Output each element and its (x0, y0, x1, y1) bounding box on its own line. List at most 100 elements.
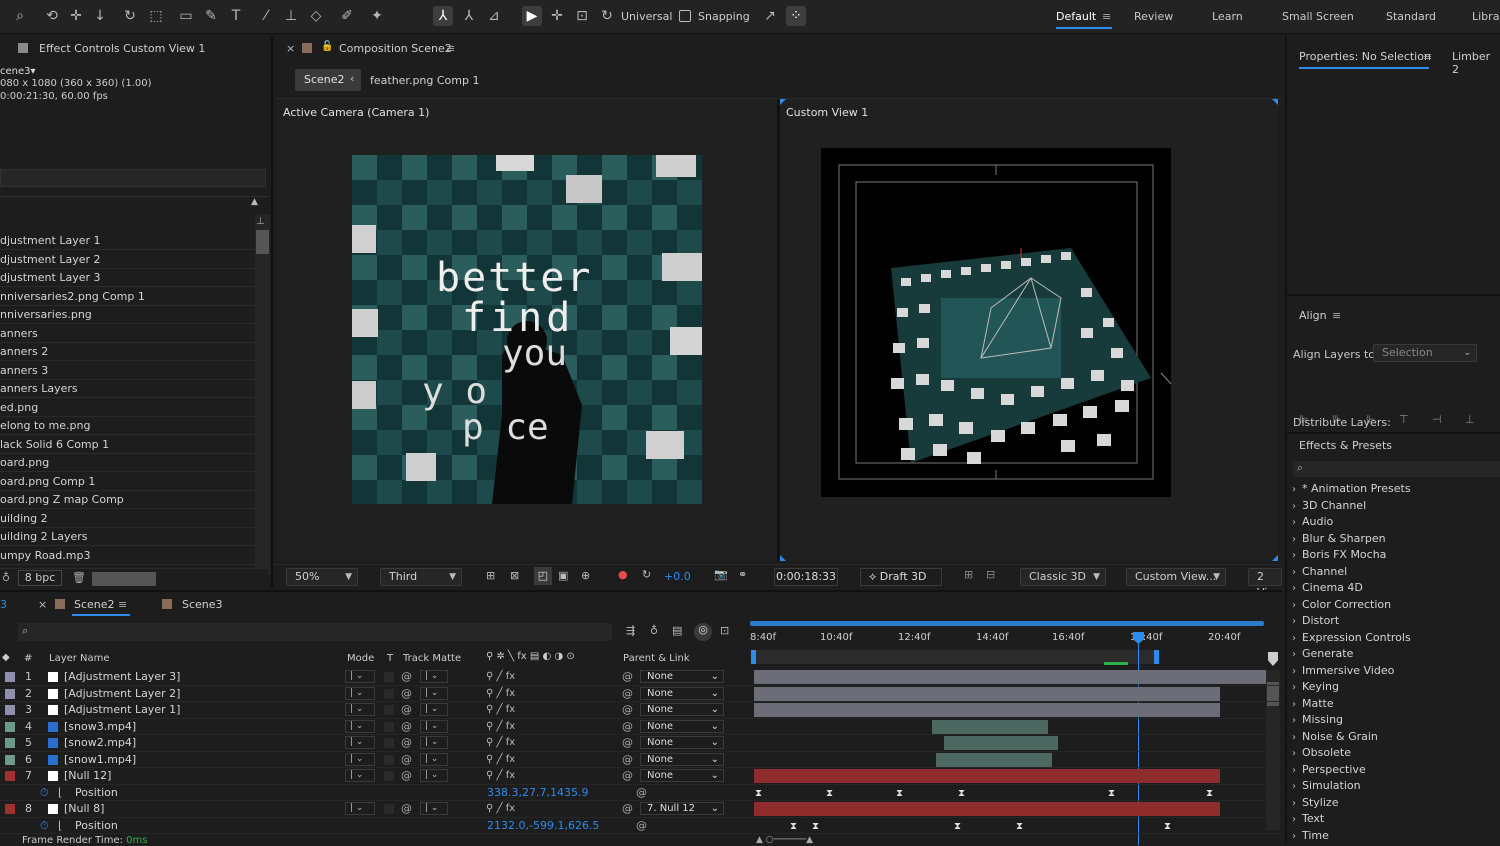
expression-pickwhip-icon[interactable]: @ (636, 818, 647, 834)
effect-category[interactable]: › Matte (1292, 697, 1334, 710)
property-value[interactable]: 338.3,27.7,1435.9 (487, 785, 588, 801)
preserve-transparency-checkbox[interactable] (384, 705, 394, 715)
track-matte-dropdown[interactable]: | ⌄ (420, 752, 448, 766)
workspace-default[interactable]: Default (1056, 10, 1096, 23)
fast-preview-icon[interactable]: ⊞ (486, 569, 495, 582)
motion-blur-icon[interactable]: ◎ (694, 623, 712, 641)
effect-category[interactable]: › Obsolete (1292, 746, 1351, 759)
view-dropdown[interactable]: Custom View... ▼ (1126, 568, 1226, 586)
zoom-slider[interactable]: ▲ ○──────▲ (756, 835, 846, 845)
effect-category[interactable]: › Perspective (1292, 763, 1366, 776)
interpret-icon[interactable]: ♁ (2, 571, 10, 584)
layer-switches[interactable]: ⚲ ╱ fx (486, 801, 515, 817)
parent-pickwhip-icon[interactable]: @ (622, 752, 633, 768)
effect-category[interactable]: › Stylize (1292, 796, 1338, 809)
layer-duration-bar[interactable] (932, 719, 1048, 734)
mask-visibility-icon[interactable]: ◰ (534, 567, 552, 585)
rotate-gizmo-icon[interactable]: ↻ (597, 6, 617, 26)
grid-guides-icon[interactable]: ⊕ (581, 569, 590, 582)
layer-row[interactable]: 3 [Adjustment Layer 1] | ⌄ @ | ⌄ ⚲ ╱ fx @ None ⌄ (0, 702, 1282, 719)
effect-controls-tab[interactable]: Effect Controls Custom View 1 (39, 42, 205, 55)
region-of-interest-icon[interactable]: ▣ (558, 569, 568, 582)
layer-row[interactable]: 2 [Adjustment Layer 2] | ⌄ @ | ⌄ ⚲ ╱ fx @ None ⌄ (0, 686, 1282, 702)
align-vcenter-icon[interactable]: ⊣ (1432, 413, 1446, 427)
preserve-transparency-checkbox[interactable] (384, 688, 394, 699)
snap-grid-icon[interactable]: ⁘ (786, 6, 806, 26)
3d-ground-plane-icon[interactable]: ⊞ (964, 568, 973, 581)
keyframe-icon[interactable]: ⧗ (812, 819, 819, 835)
layer-switches[interactable]: ⚲ ╱ fx (486, 768, 515, 784)
renderer-dropdown[interactable]: Classic 3D ▼ (1020, 568, 1106, 586)
snapping-checkbox[interactable] (679, 10, 691, 22)
expression-pickwhip-icon[interactable]: @ (636, 785, 647, 801)
effect-category[interactable]: › Color Correction (1292, 598, 1391, 611)
timeline-tab-scene2[interactable]: Scene2 (74, 598, 115, 611)
layer-duration-bar[interactable] (754, 686, 1220, 701)
close-icon[interactable]: × (286, 42, 295, 55)
reset-exposure-icon[interactable]: ↻ (642, 568, 651, 581)
effect-category[interactable]: › Cinema 4D (1292, 581, 1363, 594)
parent-dropdown[interactable]: None ⌄ (640, 769, 724, 782)
preserve-transparency-checkbox[interactable] (384, 804, 394, 814)
search-icon[interactable]: ⌕ (10, 6, 30, 26)
layer-duration-bar[interactable] (754, 670, 1266, 684)
project-item[interactable]: uilding 2 (0, 510, 255, 528)
parent-dropdown[interactable]: 7. Null 12 ⌄ (640, 802, 724, 815)
project-item[interactable]: oard.png Comp 1 (0, 473, 255, 491)
project-item[interactable]: lack Solid 6 Comp 1 (0, 436, 255, 454)
flowchart-icon[interactable]: ⊥ (256, 216, 265, 227)
layer-duration-bar[interactable] (944, 736, 1058, 750)
rotate-tool-icon[interactable]: ↻ (120, 6, 140, 26)
project-item[interactable]: ed.png (0, 399, 255, 417)
effect-category[interactable]: › Time (1292, 829, 1329, 842)
effect-category[interactable]: › Blur & Sharpen (1292, 532, 1386, 545)
parent-dropdown[interactable]: None ⌄ (640, 736, 724, 749)
project-scrollbar[interactable]: ⊥ (255, 214, 270, 574)
project-item[interactable]: djustment Layer 3 (0, 269, 255, 287)
layer-switches[interactable]: ⚲ ╱ fx (486, 686, 515, 702)
trash-icon[interactable]: 🗑 (72, 571, 86, 584)
mode-dropdown[interactable]: | ⌄ (345, 752, 375, 766)
custom-view[interactable]: Custom View 1 (780, 99, 1278, 561)
keyframe-icon[interactable]: ⧗ (1164, 819, 1171, 835)
parent-dropdown[interactable]: None ⌄ (640, 670, 724, 683)
current-time[interactable]: 0:00:18:33 (774, 568, 838, 586)
layer-name[interactable]: [Adjustment Layer 2] (64, 686, 180, 702)
puppet-pin-icon[interactable]: ✦ (367, 6, 387, 26)
graph-icon[interactable]: ⌊ (58, 785, 62, 801)
zoom-dropdown[interactable]: 50% ▼ (286, 568, 358, 586)
layer-switches[interactable]: ⚲ ╱ fx (486, 735, 515, 751)
workspace-standard[interactable]: Standard (1386, 10, 1436, 23)
roto-brush-icon[interactable]: ✐ (337, 6, 357, 26)
mode-dropdown[interactable]: | ⌄ (345, 703, 375, 716)
work-area-range[interactable] (751, 650, 1159, 664)
parent-pickwhip-icon[interactable]: @ (622, 735, 633, 751)
project-item[interactable]: djustment Layer 1 (0, 232, 255, 250)
timeline-tab-scene3[interactable]: Scene3 (182, 598, 223, 611)
project-item[interactable]: anners 2 (0, 343, 255, 361)
workspace-menu-icon[interactable]: ≡ (1102, 10, 1111, 23)
channel-icon[interactable]: ● (618, 568, 628, 581)
layer-switches[interactable]: ⚲ ╱ fx (486, 702, 515, 718)
effect-category[interactable]: › Missing (1292, 713, 1343, 726)
effect-category[interactable]: › Distort (1292, 614, 1339, 627)
track-matte-dropdown[interactable]: | ⌄ (420, 769, 448, 782)
track-matte-pickwhip-icon[interactable]: @ (401, 768, 412, 784)
keyframe-icon[interactable]: ⧗ (826, 786, 833, 802)
project-item[interactable]: oard.png Z map Comp (0, 491, 255, 509)
label-color-swatch[interactable] (5, 688, 15, 699)
track-matte-pickwhip-icon[interactable]: @ (401, 702, 412, 718)
layer-duration-bar[interactable] (754, 769, 1220, 783)
effect-category[interactable]: › Immersive Video (1292, 664, 1394, 677)
align-bottom-icon[interactable]: ⊥ (1465, 413, 1479, 427)
track-matte-pickwhip-icon[interactable]: @ (401, 686, 412, 702)
layer-name[interactable]: [Null 8] (64, 801, 104, 817)
comp-name[interactable]: cene3▾ (0, 66, 36, 77)
breadcrumb-feather[interactable]: feather.png Comp 1 (370, 74, 479, 87)
effect-category[interactable]: › Channel (1292, 565, 1347, 578)
label-color-swatch[interactable] (5, 804, 15, 814)
project-item[interactable]: anners (0, 325, 255, 343)
col-layer-name[interactable]: Layer Name (49, 653, 110, 664)
local-axis-icon[interactable]: ⅄ (433, 6, 453, 26)
sort-up-icon[interactable]: ▲ (251, 197, 258, 207)
